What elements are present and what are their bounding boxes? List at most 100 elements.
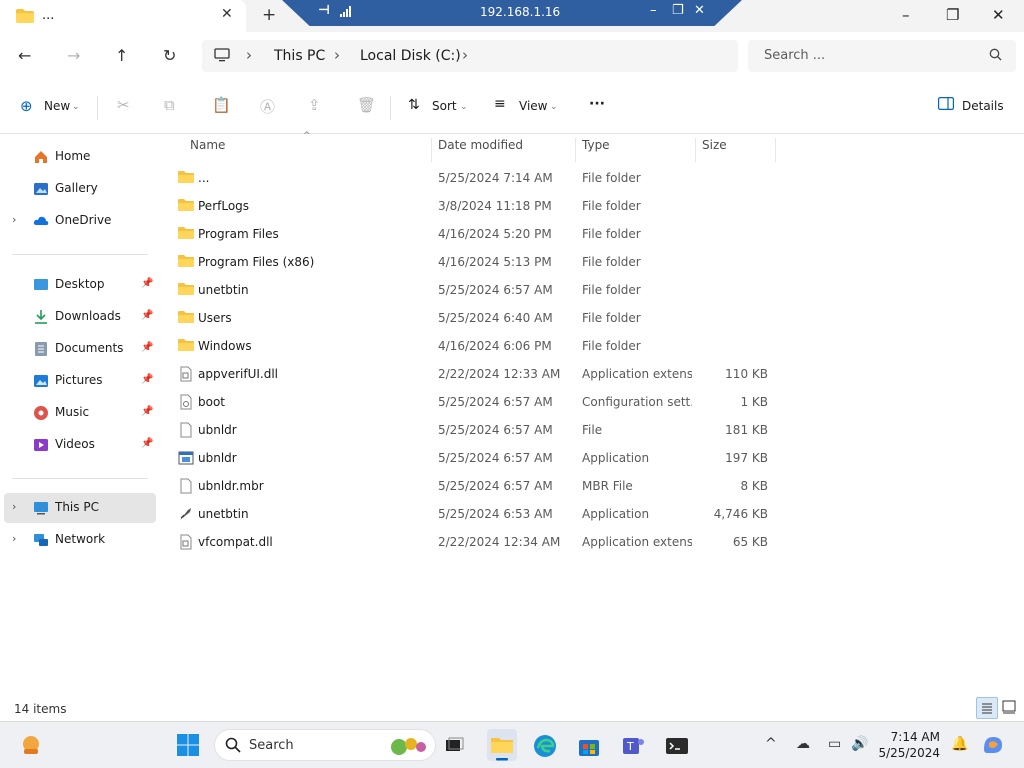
pin-icon[interactable]: 📌	[141, 310, 153, 321]
sidebar-item-pictures[interactable]: Pictures 📌	[0, 366, 156, 396]
delete-icon[interactable]: 🗑	[357, 96, 376, 114]
chevron-right-icon[interactable]: ›	[12, 213, 16, 226]
details-view-button[interactable]	[976, 697, 998, 719]
remote-minimize-icon[interactable]: –	[650, 3, 657, 18]
large-icons-view-button[interactable]	[999, 697, 1021, 719]
chevron-up-icon[interactable]: ^	[765, 736, 777, 752]
table-row[interactable]: appverifUI.dll 2/22/2024 12:33 AM Applicat…	[168, 360, 778, 388]
new-tab-button[interactable]: +	[262, 5, 276, 25]
chevron-right-icon[interactable]: ›	[334, 46, 340, 64]
table-row[interactable]: ubnldr.mbr 5/25/2024 6:57 AM MBR File 8 KB	[168, 472, 778, 500]
chevron-right-icon[interactable]: ›	[462, 46, 468, 64]
explorer-tab[interactable]: ... ✕	[0, 0, 246, 32]
chevron-right-icon[interactable]: ›	[246, 46, 252, 64]
taskbar-search[interactable]: Search	[214, 729, 436, 761]
column-header-type[interactable]: Type	[582, 138, 610, 162]
table-row[interactable]: ubnldr 5/25/2024 6:57 AM File 181 KB	[168, 416, 778, 444]
paste-icon[interactable]: 📋	[212, 96, 231, 114]
sidebar-item-downloads[interactable]: Downloads 📌	[0, 302, 156, 332]
maximize-button[interactable]: ❐	[946, 6, 959, 24]
copilot-icon[interactable]	[981, 733, 1007, 759]
column-header-name[interactable]: Name	[190, 138, 225, 162]
pin-icon[interactable]: 📌	[141, 438, 153, 449]
table-row[interactable]: ... 5/25/2024 7:14 AM File folder	[168, 164, 778, 192]
share-icon[interactable]: ⇪	[308, 96, 321, 114]
sidebar-item-gallery[interactable]: Gallery	[0, 174, 156, 204]
pin-icon[interactable]: 📌	[141, 374, 153, 385]
table-row[interactable]: Windows 4/16/2024 6:06 PM File folder	[168, 332, 778, 360]
address-bar[interactable]: › This PC › Local Disk (C:) ›	[202, 40, 738, 72]
chevron-right-icon[interactable]: ›	[12, 532, 16, 545]
table-row[interactable]: Program Files 4/16/2024 5:20 PM File folde…	[168, 220, 778, 248]
sort-icon[interactable]: ⇅	[408, 97, 420, 113]
sidebar-item-videos[interactable]: Videos 📌	[0, 430, 156, 460]
start-icon[interactable]	[176, 733, 202, 759]
new-icon[interactable]: ⊕	[20, 97, 33, 115]
minimize-button[interactable]: –	[902, 6, 910, 24]
widgets-icon[interactable]	[18, 733, 44, 759]
file-date-modified: 5/25/2024 6:57 AM	[438, 283, 553, 297]
table-row[interactable]: boot 5/25/2024 6:57 AM Configuration sett.…	[168, 388, 778, 416]
sidebar-item-desktop[interactable]: Desktop 📌	[0, 270, 156, 300]
forward-icon[interactable]: →	[67, 46, 80, 65]
sidebar-item-label: Network	[55, 532, 106, 546]
close-tab-icon[interactable]: ✕	[221, 6, 233, 22]
breadcrumb-this-pc[interactable]: This PC	[274, 48, 325, 64]
table-row[interactable]: vfcompat.dll 2/22/2024 12:34 AM Applicatio…	[168, 528, 778, 556]
new-button[interactable]: New	[44, 99, 70, 113]
display-icon[interactable]: ▭	[828, 736, 841, 752]
table-row[interactable]: ubnldr 5/25/2024 6:57 AM Application 197 KB	[168, 444, 778, 472]
table-row[interactable]: Users 5/25/2024 6:40 AM File folder	[168, 304, 778, 332]
notification-icon[interactable]: 🔔	[951, 736, 968, 752]
file-date-modified: 5/25/2024 6:57 AM	[438, 423, 553, 437]
rename-icon[interactable]: Ⓐ	[260, 96, 275, 117]
details-pane-icon[interactable]	[938, 97, 955, 113]
sidebar-item-onedrive[interactable]: › OneDrive	[0, 206, 156, 236]
store-icon[interactable]	[576, 733, 602, 759]
remote-restore-icon[interactable]: ❐	[672, 3, 684, 18]
chevron-right-icon[interactable]: ›	[12, 500, 16, 513]
column-header-date[interactable]: Date modified	[438, 138, 523, 162]
more-options-button[interactable]: ···	[589, 96, 605, 112]
table-row[interactable]: unetbtin 5/25/2024 6:53 AM Application 4,74…	[168, 500, 778, 528]
file-explorer-taskbar-icon[interactable]	[487, 729, 517, 761]
task-view-icon[interactable]	[441, 733, 467, 759]
search-box[interactable]: Search ...	[748, 40, 1016, 72]
edge-icon[interactable]	[532, 733, 558, 759]
pin-icon[interactable]: ⊣	[318, 3, 330, 18]
terminal-icon[interactable]	[664, 733, 690, 759]
copy-icon[interactable]: ⧉	[164, 96, 175, 114]
sidebar-item-network[interactable]: › Network	[0, 525, 156, 555]
divider	[431, 138, 432, 162]
file-date-modified: 5/25/2024 6:57 AM	[438, 451, 553, 465]
clock[interactable]: 7:14 AM 5/25/2024	[878, 729, 940, 761]
up-icon[interactable]: ↑	[115, 46, 128, 65]
divider	[390, 96, 391, 120]
table-row[interactable]: Program Files (x86) 4/16/2024 5:13 PM File…	[168, 248, 778, 276]
view-icon[interactable]: ≡	[494, 96, 506, 112]
pin-icon[interactable]: 📌	[141, 406, 153, 417]
refresh-icon[interactable]: ↻	[163, 46, 176, 65]
volume-icon[interactable]: 🔊	[851, 736, 868, 752]
sidebar-item-music[interactable]: Music 📌	[0, 398, 156, 428]
back-icon[interactable]: ←	[18, 46, 31, 65]
onedrive-status-icon[interactable]: ☁	[796, 736, 810, 752]
details-button[interactable]: Details	[962, 99, 1004, 113]
view-button[interactable]: View	[519, 99, 547, 113]
chevron-down-icon: ⌄	[460, 102, 468, 112]
sidebar-item-documents[interactable]: Documents 📌	[0, 334, 156, 364]
column-header-size[interactable]: Size	[702, 138, 727, 162]
pin-icon[interactable]: 📌	[141, 342, 153, 353]
cut-icon[interactable]: ✂	[117, 96, 130, 114]
sidebar-item-home[interactable]: Home	[0, 142, 156, 172]
table-row[interactable]: unetbtin 5/25/2024 6:57 AM File folder	[168, 276, 778, 304]
sidebar-item-this-pc[interactable]: › This PC	[4, 493, 156, 523]
teams-icon[interactable]: T	[620, 733, 646, 759]
remote-close-icon[interactable]: ✕	[694, 3, 705, 18]
music-icon	[33, 405, 49, 421]
pin-icon[interactable]: 📌	[141, 278, 153, 289]
close-button[interactable]: ✕	[992, 6, 1005, 24]
breadcrumb-local-disk[interactable]: Local Disk (C:)	[360, 48, 461, 64]
table-row[interactable]: PerfLogs 3/8/2024 11:18 PM File folder	[168, 192, 778, 220]
sort-button[interactable]: Sort	[432, 99, 457, 113]
